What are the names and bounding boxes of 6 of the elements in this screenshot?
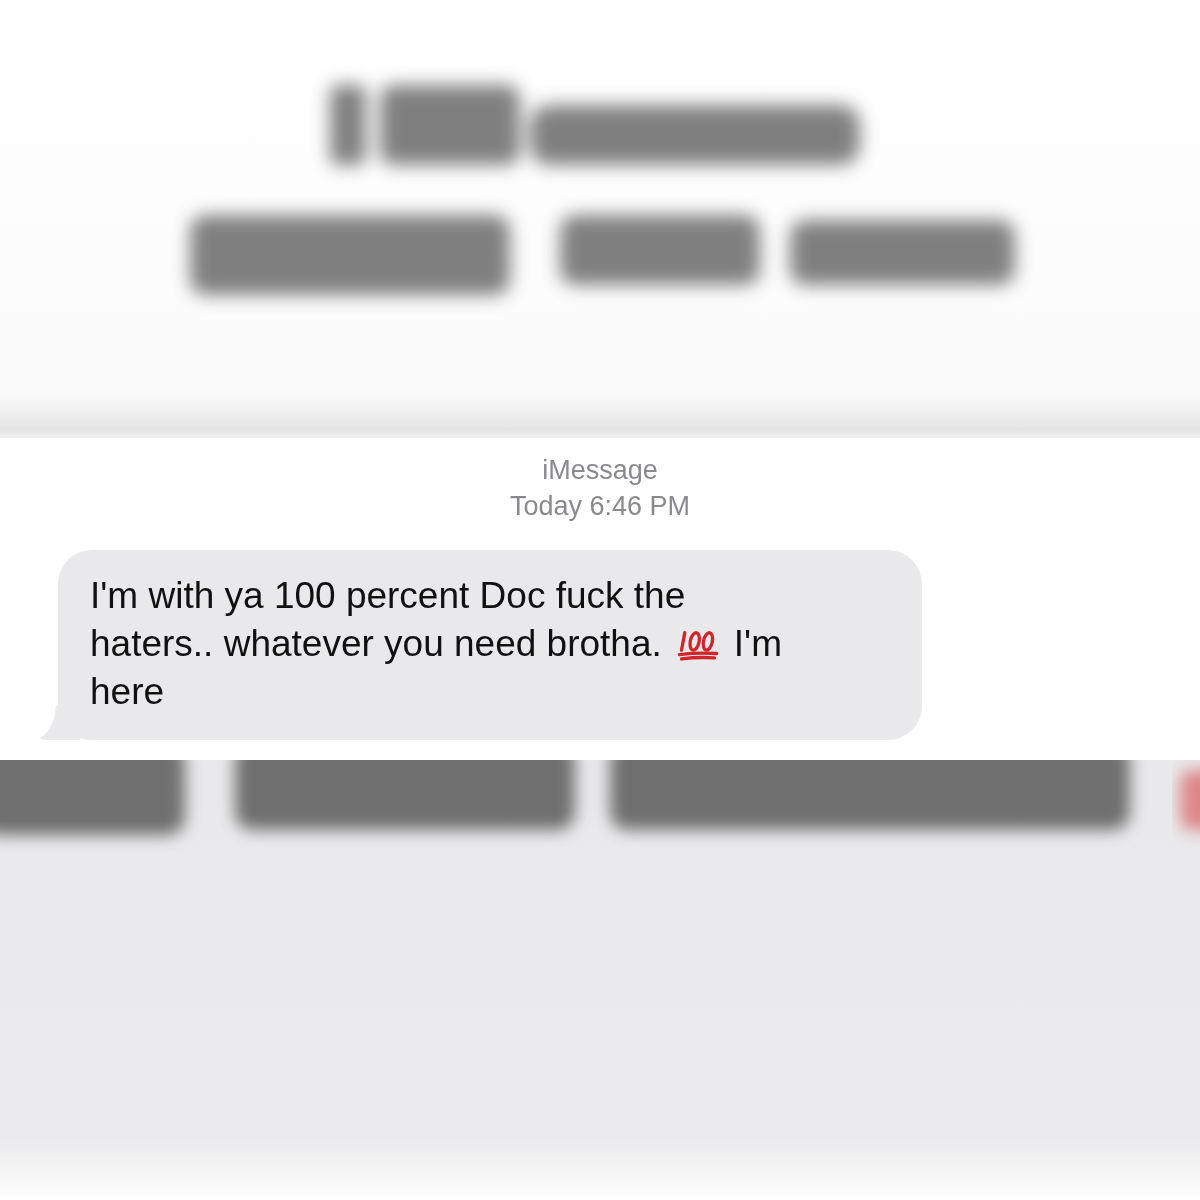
- message-text: haters.. whatever you need brotha.: [90, 622, 662, 666]
- timestamp: Today 6:46 PM: [509, 490, 691, 523]
- message-text: here: [90, 670, 165, 714]
- message-text: I'm with ya 100 percent Doc fuck the: [90, 574, 686, 618]
- service-label: iMessage: [542, 454, 658, 487]
- message-text: I'm: [733, 622, 782, 666]
